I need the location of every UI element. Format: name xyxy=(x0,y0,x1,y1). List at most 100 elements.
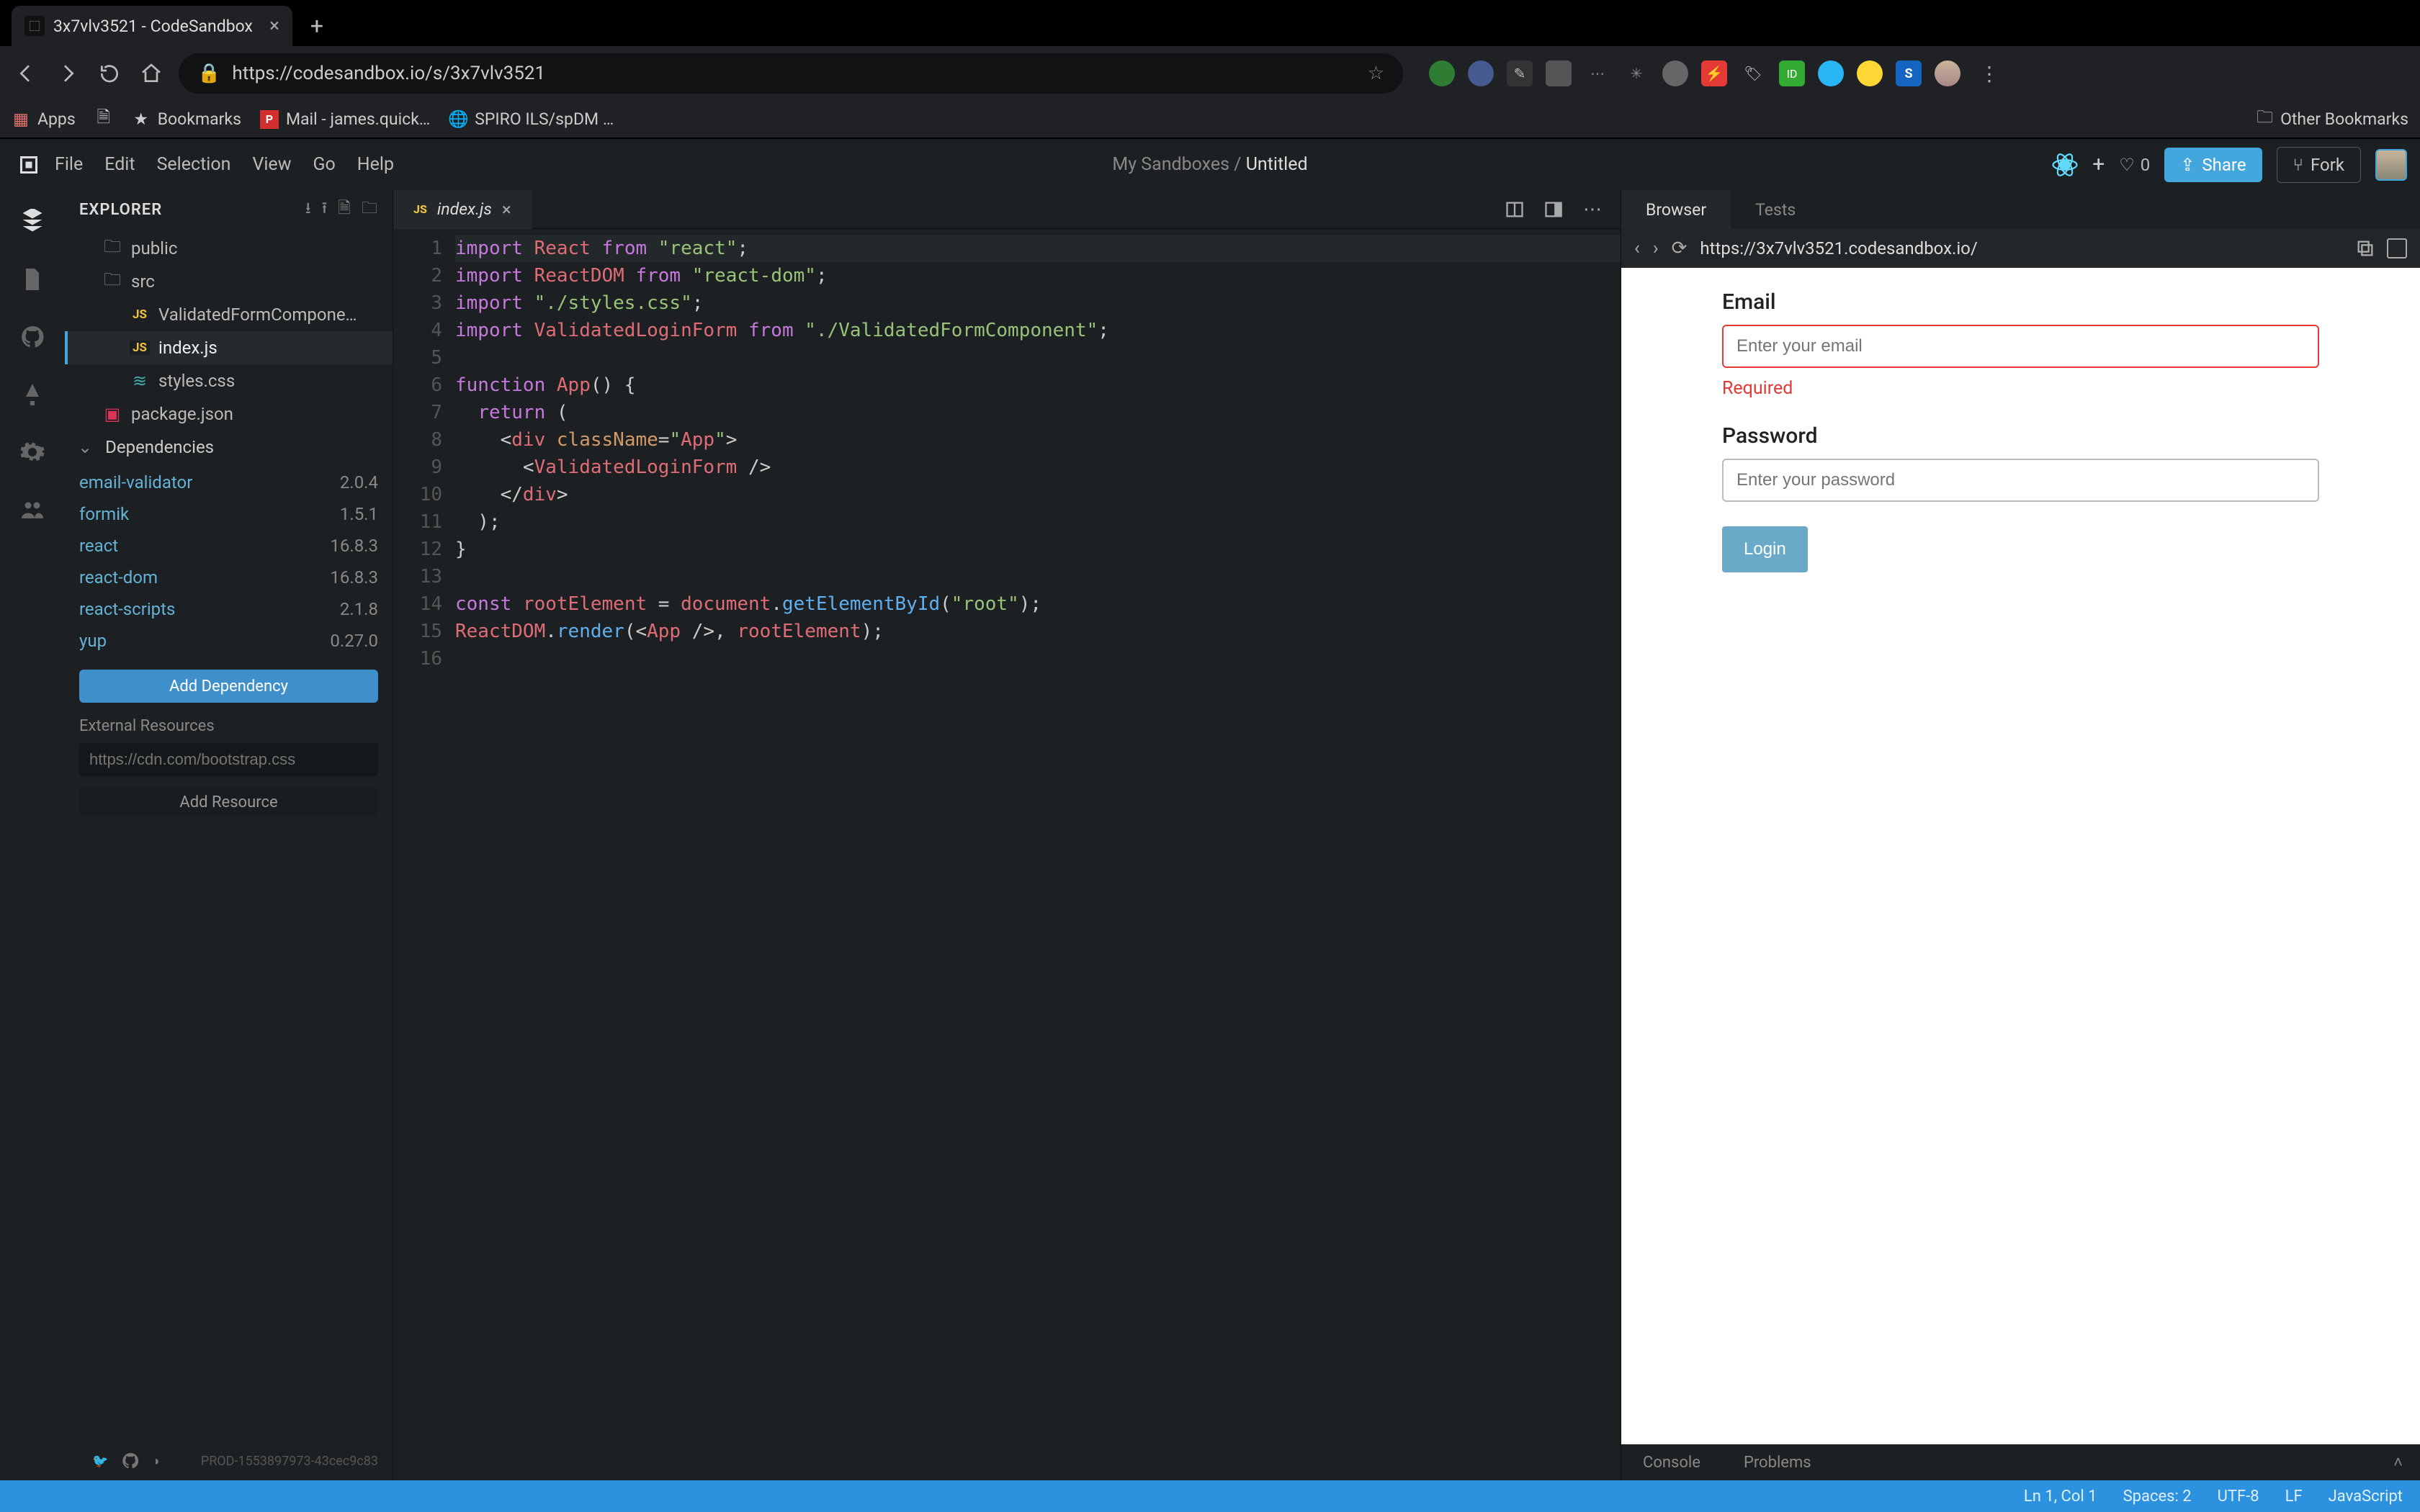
extension-icon[interactable]: ID xyxy=(1779,60,1805,86)
extension-icon[interactable] xyxy=(1546,60,1572,86)
dependencies-section[interactable]: ⌄ Dependencies xyxy=(65,431,393,464)
chrome-profile-avatar[interactable] xyxy=(1935,60,1960,86)
extension-icon[interactable] xyxy=(1468,60,1494,86)
nav-back-icon[interactable] xyxy=(12,59,40,88)
status-language[interactable]: JavaScript xyxy=(2329,1488,2403,1506)
activity-live-icon[interactable] xyxy=(17,494,48,526)
status-spaces[interactable]: Spaces: 2 xyxy=(2123,1488,2192,1506)
twitter-icon[interactable]: 🐦 xyxy=(92,1454,108,1469)
dependency-row[interactable]: react-scripts2.1.8 xyxy=(79,593,378,625)
explorer-newfile-icon[interactable]: 🗎 xyxy=(338,196,351,223)
password-input[interactable] xyxy=(1722,459,2319,502)
code-line[interactable]: </div> xyxy=(455,481,1621,508)
explorer-upload-icon[interactable]: ⭱ xyxy=(322,196,328,223)
preview-tab-tests[interactable]: Tests xyxy=(1731,190,1820,229)
extension-icon[interactable] xyxy=(1857,60,1883,86)
tab-close-icon[interactable]: × xyxy=(502,199,511,220)
nav-home-icon[interactable] xyxy=(137,59,166,88)
more-icon[interactable]: ⋯ xyxy=(1580,197,1605,222)
panel-toggle-icon[interactable]: ˄ xyxy=(2376,1453,2420,1472)
code-line[interactable]: ); xyxy=(455,508,1621,536)
activity-files-icon[interactable] xyxy=(17,264,48,295)
activity-deploy-icon[interactable] xyxy=(17,379,48,410)
dependency-row[interactable]: react-dom16.8.3 xyxy=(79,562,378,593)
code-line[interactable]: function App() { xyxy=(455,372,1621,399)
code-line[interactable]: import React from "react"; xyxy=(455,235,1621,262)
bookmarks-mail[interactable]: P Mail - james.quick… xyxy=(260,109,430,129)
codesandbox-logo-icon[interactable] xyxy=(13,149,45,181)
code-line[interactable]: <div className="App"> xyxy=(455,426,1621,454)
bookmarks-bookmarks[interactable]: ★ Bookmarks xyxy=(132,109,241,129)
breadcrumb[interactable]: My Sandboxes / Untitled xyxy=(1112,154,1307,175)
bookmark-star-icon[interactable]: ☆ xyxy=(1368,63,1384,84)
login-button[interactable]: Login xyxy=(1722,526,1808,572)
tree-file-package-json[interactable]: ▣ package.json xyxy=(65,397,393,431)
extension-icon[interactable]: S xyxy=(1896,60,1922,86)
menu-selection[interactable]: Selection xyxy=(157,154,231,175)
nav-reload-icon[interactable] xyxy=(95,59,124,88)
chrome-menu-icon[interactable]: ⋮ xyxy=(1973,62,2005,86)
layout-icon[interactable] xyxy=(1541,197,1566,222)
github-footer-icon[interactable] xyxy=(121,1452,140,1470)
status-eol[interactable]: LF xyxy=(2285,1488,2303,1506)
dependency-row[interactable]: react16.8.3 xyxy=(79,530,378,562)
menu-help[interactable]: Help xyxy=(357,154,394,175)
preview-fullscreen-icon[interactable] xyxy=(2387,238,2407,258)
user-avatar[interactable] xyxy=(2375,149,2407,181)
status-position[interactable]: Ln 1, Col 1 xyxy=(2024,1488,2097,1506)
dependency-row[interactable]: email-validator2.0.4 xyxy=(79,467,378,498)
menu-go[interactable]: Go xyxy=(313,154,335,175)
new-sandbox-button[interactable]: + xyxy=(2092,152,2105,177)
add-resource-button[interactable]: Add Resource xyxy=(79,788,378,816)
code-line[interactable] xyxy=(455,344,1621,372)
extension-icon[interactable]: ✎ xyxy=(1507,60,1533,86)
extension-icon[interactable] xyxy=(1818,60,1844,86)
react-template-icon[interactable] xyxy=(2052,152,2078,178)
tree-file-validatedformcomponent[interactable]: JS ValidatedFormCompone… xyxy=(65,298,393,331)
tree-folder-src[interactable]: 🗀 src xyxy=(65,265,393,298)
nav-forward-icon[interactable] xyxy=(53,59,82,88)
code-line[interactable]: } xyxy=(455,536,1621,563)
omnibox[interactable]: 🔒 https://codesandbox.io/s/3x7vlv3521 ☆ xyxy=(179,53,1403,94)
code-line[interactable]: import ValidatedLoginForm from "./Valida… xyxy=(455,317,1621,344)
explorer-download-icon[interactable]: ⭳ xyxy=(305,196,312,223)
console-tab[interactable]: Console xyxy=(1621,1444,1722,1480)
preview-openwindow-icon[interactable] xyxy=(2355,238,2375,258)
split-editor-icon[interactable] xyxy=(1502,197,1527,222)
bookmarks-file[interactable]: 🗎 xyxy=(94,110,113,129)
tree-folder-public[interactable]: 🗀 public xyxy=(65,232,393,265)
extension-icon[interactable] xyxy=(1429,60,1455,86)
fork-button[interactable]: ⑂ Fork xyxy=(2277,147,2361,183)
tab-close-icon[interactable]: × xyxy=(269,15,279,37)
preview-url[interactable]: https://3x7vlv3521.codesandbox.io/ xyxy=(1700,238,2342,258)
bookmarks-spiro[interactable]: 🌐 SPIRO ILS/spDM … xyxy=(449,109,614,129)
bookmarks-apps[interactable]: ▦ Apps xyxy=(12,109,76,129)
explorer-newfolder-icon[interactable]: 🗀 xyxy=(362,196,378,223)
preview-forward-icon[interactable]: › xyxy=(1653,238,1659,259)
status-encoding[interactable]: UTF-8 xyxy=(2218,1488,2259,1506)
code-line[interactable] xyxy=(455,563,1621,590)
preview-reload-icon[interactable]: ⟳ xyxy=(1672,238,1688,259)
editor-tab-index-js[interactable]: JS index.js × xyxy=(393,190,532,229)
new-tab-button[interactable]: + xyxy=(300,9,334,43)
code-line[interactable]: return ( xyxy=(455,399,1621,426)
extension-icon[interactable]: ⚡ xyxy=(1701,60,1727,86)
external-resource-input[interactable] xyxy=(79,743,378,776)
preview-back-icon[interactable]: ‹ xyxy=(1634,238,1640,259)
extension-icon[interactable]: ✳ xyxy=(1623,60,1649,86)
code-line[interactable]: <ValidatedLoginForm /> xyxy=(455,454,1621,481)
other-bookmarks[interactable]: 🗀 Other Bookmarks xyxy=(2257,105,2408,133)
code-line[interactable]: import "./styles.css"; xyxy=(455,289,1621,317)
preview-tab-browser[interactable]: Browser xyxy=(1621,190,1731,229)
activity-settings-icon[interactable] xyxy=(17,436,48,468)
activity-github-icon[interactable] xyxy=(17,321,48,353)
browser-tab[interactable]: 3x7vlv3521 - CodeSandbox × xyxy=(12,6,292,46)
menu-edit[interactable]: Edit xyxy=(104,154,135,175)
code-line[interactable]: import ReactDOM from "react-dom"; xyxy=(455,262,1621,289)
spectrum-icon[interactable]: ◗ xyxy=(153,1454,161,1469)
activity-explorer-icon[interactable] xyxy=(17,206,48,238)
dependency-row[interactable]: yup0.27.0 xyxy=(79,625,378,657)
code-line[interactable]: ReactDOM.render(<App />, rootElement); xyxy=(455,618,1621,645)
problems-tab[interactable]: Problems xyxy=(1722,1444,1833,1480)
extension-icon[interactable]: 🏷 xyxy=(1740,60,1766,86)
